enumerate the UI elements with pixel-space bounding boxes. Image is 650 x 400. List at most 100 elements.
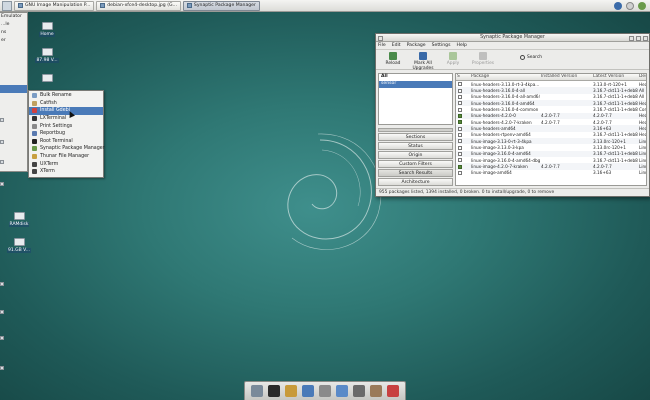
system-tool-icon[interactable] (387, 385, 400, 397)
menu-item[interactable] (0, 69, 27, 77)
package-checkbox[interactable] (458, 113, 462, 118)
folder-icon[interactable] (336, 385, 349, 397)
web-browser-icon[interactable] (301, 385, 314, 397)
submenu-item[interactable]: Thunar File Manager (29, 153, 103, 161)
left-panel-icon[interactable] (0, 282, 4, 286)
submenu-item[interactable]: Synaptic Package Manager (29, 145, 105, 153)
filter-button-sections[interactable]: Sections (378, 133, 453, 141)
menu-item[interactable]: ...le (0, 21, 27, 29)
menu-item[interactable]: ns (0, 29, 27, 37)
applications-menu-button[interactable] (2, 0, 12, 11)
submenu-item[interactable]: Root Terminal (29, 138, 103, 146)
package-checkbox[interactable] (458, 145, 462, 150)
app-icon (32, 161, 37, 167)
network-icon[interactable] (614, 1, 622, 10)
package-checkbox[interactable] (458, 126, 462, 131)
column-header-description[interactable]: Desc (638, 74, 646, 80)
menu-edit[interactable]: Edit (392, 43, 401, 48)
package-checkbox[interactable] (458, 164, 462, 169)
left-panel-icon[interactable] (0, 118, 4, 122)
show-desktop-icon[interactable] (250, 385, 263, 397)
filter-button-status[interactable]: Status (378, 142, 453, 150)
mark-all-upgrades-button[interactable]: Mark All Upgrades (410, 52, 436, 71)
submenu-item[interactable]: Install Gdebi (29, 107, 103, 115)
filter-button-origin[interactable]: Origin (378, 151, 453, 159)
submenu-item[interactable]: Catfish (29, 100, 103, 108)
filter-header[interactable]: All (379, 74, 452, 81)
submenu-item[interactable]: Bulk Rename (29, 92, 103, 100)
image-viewer-icon[interactable] (353, 385, 366, 397)
filter-button-search-results[interactable]: Search Results (378, 169, 453, 177)
submenu-item[interactable]: UXTerm (29, 160, 103, 168)
column-header-icon[interactable] (462, 74, 470, 80)
gimp-icon[interactable] (370, 385, 383, 397)
filter-item[interactable]: sensor (379, 81, 452, 88)
properties-button[interactable]: Properties (470, 52, 496, 71)
menu-item[interactable]: Emulator (0, 13, 27, 21)
left-panel-icon[interactable] (0, 310, 4, 314)
menu-help[interactable]: Help (456, 43, 466, 48)
table-row[interactable]: linux-headers-4.2.0-7-kraken 4.2.0-7.7 4.2… (456, 119, 646, 125)
package-checkbox[interactable] (458, 101, 462, 106)
desktop-icon-ramdisk[interactable]: RAMdisk (4, 212, 34, 227)
submenu-item[interactable]: Print Settings (29, 122, 103, 130)
terminal-icon[interactable] (267, 385, 280, 397)
package-checkbox[interactable] (458, 132, 462, 137)
menu-settings[interactable]: Settings (432, 43, 451, 48)
table-row[interactable]: linux-image-amd64 3.16+63 Linu (456, 170, 646, 176)
reload-button[interactable]: Reload (380, 52, 406, 71)
desktop-icon-volume-2[interactable]: 91.GB V... (4, 238, 34, 253)
desktop-icon-drive[interactable] (32, 74, 62, 83)
left-panel-icon[interactable] (0, 336, 4, 340)
audio-icon[interactable] (626, 1, 634, 10)
column-header-package[interactable]: Package (470, 74, 540, 80)
package-checkbox[interactable] (458, 139, 462, 144)
package-checkbox[interactable] (458, 82, 462, 87)
package-checkbox[interactable] (458, 94, 462, 99)
taskbar-button[interactable]: debian-xfce4-desktop.jpg (G... (96, 0, 181, 11)
package-checkbox[interactable] (458, 88, 462, 93)
table-row[interactable]: linux-image-4.2.0-7-kraken 4.2.0-7.7 4.2.0… (456, 163, 646, 170)
menu-item[interactable] (0, 45, 27, 53)
package-checkbox[interactable] (458, 158, 462, 163)
filter-list[interactable]: All sensor (378, 73, 453, 125)
left-panel-icon[interactable] (0, 160, 4, 164)
minimize-icon[interactable] (629, 35, 634, 41)
window-titlebar[interactable]: Synaptic Package Manager (376, 34, 649, 42)
package-checkbox[interactable] (458, 170, 462, 175)
left-panel-icon[interactable] (0, 366, 4, 370)
drive-icon (41, 48, 53, 56)
application-finder-icon[interactable] (318, 385, 331, 397)
table-row[interactable]: linux-headers-4.2.0-0 4.2.0-7.7 4.2.0-7.7 H… (456, 112, 646, 120)
column-header-latest[interactable]: Latest Version (592, 74, 638, 80)
taskbar-button[interactable]: Synaptic Package Manager (182, 0, 260, 11)
desktop-icon-home[interactable]: Home (32, 22, 62, 37)
filter-scrollbar[interactable] (378, 128, 453, 132)
package-checkbox[interactable] (458, 151, 462, 156)
package-checkbox[interactable] (458, 120, 462, 125)
maximize-icon[interactable] (636, 35, 641, 41)
search-button[interactable]: Search (520, 52, 542, 60)
filter-button-architecture[interactable]: Architecture (378, 178, 453, 186)
filter-button-custom-filters[interactable]: Custom Filters (378, 160, 453, 168)
submenu-item[interactable]: XTerm (29, 168, 103, 176)
menu-item[interactable]: er (0, 37, 27, 45)
menu-item-accessories[interactable] (0, 85, 27, 93)
submenu-item[interactable]: Reportbug (29, 130, 103, 138)
menu-package[interactable]: Package (407, 43, 426, 48)
menu-item[interactable] (0, 61, 27, 69)
left-panel-icon[interactable] (0, 140, 4, 144)
menu-item[interactable] (0, 77, 27, 85)
apply-button[interactable]: Apply (440, 52, 466, 71)
file-manager-icon[interactable] (284, 385, 297, 397)
submenu-item[interactable]: LXTerminal (29, 115, 103, 123)
left-panel-icon[interactable] (0, 182, 4, 186)
power-icon[interactable] (638, 1, 646, 10)
taskbar-button[interactable]: GNU Image Manipulation P... (14, 0, 95, 11)
menu-file[interactable]: File (378, 43, 386, 48)
close-icon[interactable] (643, 35, 648, 41)
desktop-icon-volume[interactable]: 87.98 V... (32, 48, 62, 63)
menu-item[interactable] (0, 53, 27, 61)
package-checkbox[interactable] (458, 107, 462, 112)
column-header-installed[interactable]: Installed Version (540, 74, 592, 80)
